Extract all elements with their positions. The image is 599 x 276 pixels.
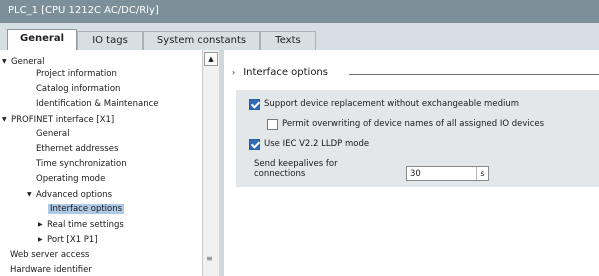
tab-strip: General IO tags System constants Texts bbox=[0, 23, 599, 51]
tree-item-advanced-options[interactable]: ▼ Advanced options bbox=[27, 188, 112, 201]
tree-item-port-x1-p1[interactable]: ▶ Port [X1 P1] bbox=[38, 233, 98, 246]
window-titlebar: PLC_1 [CPU 1212C AC/DC/Rly] bbox=[0, 0, 599, 23]
tree-item-label: Catalog information bbox=[36, 84, 121, 94]
tree-item-label: General bbox=[36, 129, 70, 139]
keepalive-label-line2: connections bbox=[254, 169, 306, 179]
navigation-tree: ▼ General Project information Catalog inf… bbox=[0, 50, 202, 276]
window-title: PLC_1 [CPU 1212C AC/DC/Rly] bbox=[8, 5, 159, 16]
tree-item-label: General bbox=[11, 57, 45, 67]
tree-item-ethernet-addresses[interactable]: Ethernet addresses bbox=[36, 143, 118, 156]
tree-item-label: Ethernet addresses bbox=[36, 144, 119, 154]
tree-item-label: Identification & Maintenance bbox=[36, 99, 159, 109]
tree-item-label: PROFINET interface [X1] bbox=[11, 115, 115, 125]
triangle-down-icon[interactable]: ▼ bbox=[2, 113, 11, 126]
tree-item-label: Real time settings bbox=[47, 220, 124, 230]
triangle-down-icon[interactable]: ▼ bbox=[27, 188, 36, 201]
scroll-grip-icon[interactable]: ≡ bbox=[206, 254, 213, 263]
section-title: Interface options bbox=[243, 67, 328, 78]
tree-item-identification-maintenance[interactable]: Identification & Maintenance bbox=[36, 98, 159, 111]
tree-item-project-information[interactable]: Project information bbox=[36, 68, 117, 81]
support-replacement-checkbox[interactable] bbox=[249, 99, 260, 110]
tab-system-constants[interactable]: System constants bbox=[143, 31, 260, 50]
keepalive-label-line1: Send keepalives for bbox=[254, 159, 338, 169]
keepalive-unit: s bbox=[476, 167, 488, 180]
tree-item-label: Hardware identifier bbox=[10, 265, 92, 275]
section-header[interactable]: › Interface options bbox=[232, 67, 328, 78]
triangle-right-icon[interactable]: ▶ bbox=[38, 218, 47, 231]
section-divider bbox=[349, 74, 599, 75]
tree-item-label: Project information bbox=[36, 69, 117, 79]
scroll-up-arrow-icon[interactable]: ▲ bbox=[204, 52, 218, 66]
tree-item-label: Web server access bbox=[10, 250, 90, 260]
tree-item-profinet-general[interactable]: General bbox=[36, 128, 70, 141]
tab-io-tags[interactable]: IO tags bbox=[77, 31, 143, 50]
use-lldp-label: Use IEC V2.2 LLDP mode bbox=[264, 139, 370, 149]
permit-overwrite-checkbox[interactable] bbox=[267, 119, 278, 130]
chevron-right-icon[interactable]: › bbox=[232, 68, 235, 77]
tree-item-real-time-settings[interactable]: ▶ Real time settings bbox=[38, 218, 124, 231]
interface-options-panel: Support device replacement without excha… bbox=[236, 90, 599, 187]
tree-item-hardware-identifier[interactable]: Hardware identifier bbox=[10, 264, 92, 276]
triangle-right-icon[interactable]: ▶ bbox=[38, 233, 47, 246]
tree-item-general[interactable]: ▼ General bbox=[2, 55, 45, 68]
keepalive-value[interactable]: 30 bbox=[410, 169, 421, 179]
tree-item-profinet-interface[interactable]: ▼ PROFINET interface [X1] bbox=[2, 113, 114, 126]
tree-item-label: Time synchronization bbox=[36, 159, 127, 169]
properties-content: › Interface options Support device replac… bbox=[224, 50, 599, 276]
tree-item-label: Port [X1 P1] bbox=[47, 235, 98, 245]
tree-item-label: Operating mode bbox=[36, 174, 106, 184]
tree-item-label: Advanced options bbox=[36, 190, 112, 200]
tree-item-label: Interface options bbox=[48, 204, 125, 214]
triangle-down-icon[interactable]: ▼ bbox=[2, 55, 11, 68]
tree-item-time-synchronization[interactable]: Time synchronization bbox=[36, 158, 127, 171]
keepalive-input[interactable]: 30 s bbox=[406, 166, 489, 181]
tab-texts[interactable]: Texts bbox=[260, 31, 316, 50]
tree-scrollbar[interactable]: ▲ ≡ bbox=[202, 50, 219, 276]
tree-item-operating-mode[interactable]: Operating mode bbox=[36, 173, 105, 186]
tab-general[interactable]: General bbox=[7, 29, 77, 51]
use-lldp-checkbox[interactable] bbox=[249, 139, 260, 150]
tree-item-catalog-information[interactable]: Catalog information bbox=[36, 83, 120, 96]
tree-item-interface-options[interactable]: Interface options bbox=[48, 203, 125, 216]
permit-overwrite-label: Permit overwriting of device names of al… bbox=[282, 119, 545, 129]
keepalive-label: Send keepalives for connections bbox=[254, 159, 364, 179]
support-replacement-label: Support device replacement without excha… bbox=[264, 99, 519, 109]
tree-item-web-server-access[interactable]: Web server access bbox=[10, 249, 89, 262]
